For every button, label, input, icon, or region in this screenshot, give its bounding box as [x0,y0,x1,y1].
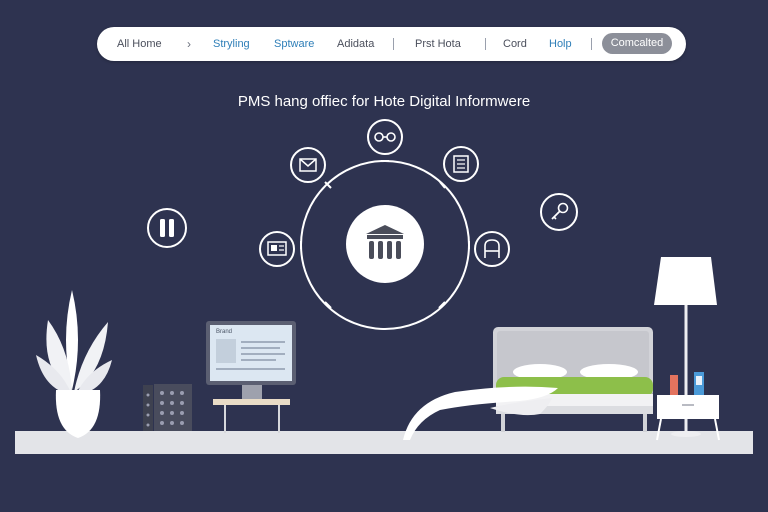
chair-icon[interactable] [474,231,510,267]
computer-desk [206,321,296,433]
bed [403,327,653,440]
hotel-building-icon[interactable] [346,205,424,283]
monitor-heading: Brand [216,329,232,335]
floor [15,431,753,454]
mail-icon[interactable] [290,147,326,183]
hotel-illustration: Brand [15,119,753,454]
link-icon[interactable] [367,119,403,155]
image-card-icon[interactable] [259,231,295,267]
document-list-icon[interactable] [443,146,479,182]
pause-icon[interactable] [147,208,187,248]
nightstand [656,372,720,441]
potted-plant [36,290,112,438]
speaker-cabinet [143,384,192,431]
key-icon[interactable] [540,193,578,231]
